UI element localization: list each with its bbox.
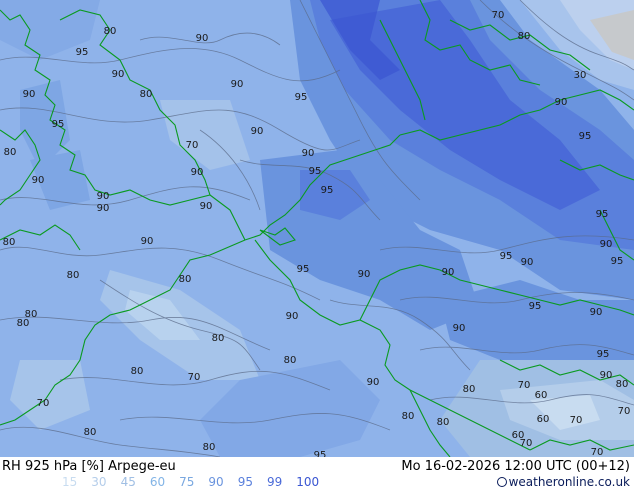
contour-label: 90 <box>358 269 371 280</box>
contour-label: 90 <box>97 191 110 202</box>
contour-label: 80 <box>437 417 450 428</box>
contour-label: 90 <box>196 33 209 44</box>
color-legend: 15 30 45 60 75 90 95 99 100 <box>62 475 333 489</box>
copyright-icon <box>496 477 507 487</box>
contour-label: 90 <box>302 148 315 159</box>
legend-item: 95 <box>237 475 253 489</box>
contour-label: 70 <box>618 406 631 417</box>
contour-label: 90 <box>555 97 568 108</box>
legend-item: 75 <box>179 475 195 489</box>
contour-label: 70 <box>37 398 50 409</box>
contour-label: 90 <box>590 307 603 318</box>
contour-label: 80 <box>67 270 80 281</box>
contour-label: 95 <box>500 251 513 262</box>
contour-label: 70 <box>518 380 531 391</box>
contour-label: 90 <box>23 89 36 100</box>
contour-label: 95 <box>611 256 624 267</box>
legend-item: 60 <box>149 475 166 489</box>
contour-label: 90 <box>251 126 264 137</box>
contour-label: 95 <box>597 349 610 360</box>
contour-label: 80 <box>3 237 16 248</box>
contour-label: 60 <box>535 390 548 401</box>
legend-item: 45 <box>120 475 136 489</box>
contour-label: 90 <box>231 79 244 90</box>
contour-label: 70 <box>570 415 583 426</box>
contour-label: 90 <box>141 236 154 247</box>
contour-label: 95 <box>76 47 89 58</box>
contour-label: 90 <box>200 201 213 212</box>
contour-label: 80 <box>4 147 17 158</box>
contour-label: 80 <box>179 274 192 285</box>
contour-label: 90 <box>600 370 613 381</box>
contour-label: 80 <box>104 26 117 37</box>
contour-label: 95 <box>52 119 65 130</box>
contour-label: 60 <box>537 414 550 425</box>
contour-label: 70 <box>186 140 199 151</box>
contour-label: 80 <box>402 411 415 422</box>
legend-item: 100 <box>296 475 320 489</box>
contour-label: 80 <box>463 384 476 395</box>
legend-item: 90 <box>208 475 224 489</box>
credit-text: weatheronline.co.uk <box>508 475 630 489</box>
contour-label: 90 <box>600 239 613 250</box>
contour-label: 80 <box>140 89 153 100</box>
contour-label: 95 <box>596 209 609 220</box>
contour-label: 80 <box>284 355 297 366</box>
contour-label: 90 <box>112 69 125 80</box>
contour-label: 95 <box>295 92 308 103</box>
contour-label: 95 <box>579 131 592 142</box>
contour-label: 80 <box>203 442 216 453</box>
legend-item: 15 <box>62 475 78 489</box>
contour-label: 95 <box>314 450 327 457</box>
contour-label: 95 <box>321 185 334 196</box>
contour-label: 70 <box>188 372 201 383</box>
contour-label: 80 <box>616 379 629 390</box>
valid-time: Mo 16-02-2026 12:00 UTC (00+12) <box>401 459 630 474</box>
contour-label: 95 <box>309 166 322 177</box>
contour-label: 80 <box>131 366 144 377</box>
contour-label: 80 <box>212 333 225 344</box>
legend-item: 99 <box>266 475 283 489</box>
contour-label: 90 <box>367 377 380 388</box>
contour-label: 80 <box>518 31 531 42</box>
contour-label: 90 <box>521 257 534 268</box>
contour-label: 90 <box>191 167 204 178</box>
contour-label: 70 <box>520 438 533 449</box>
contour-label: 90 <box>97 203 110 214</box>
contour-label: 80 <box>84 427 97 438</box>
contour-label: 70 <box>492 10 505 21</box>
contour-label: 95 <box>529 301 542 312</box>
contour-label: 30 <box>574 70 587 81</box>
contour-label: 80 <box>17 318 30 329</box>
map-footer: RH 925 hPa [%] Arpege-eu Mo 16-02-2026 1… <box>0 457 634 490</box>
contour-label: 90 <box>32 175 45 186</box>
legend-item: 30 <box>91 475 107 489</box>
contour-label: 90 <box>453 323 466 334</box>
credit-link[interactable]: weatheronline.co.uk <box>496 475 630 489</box>
weather-map: 80 95 90 90 80 90 95 80 90 90 90 95 90 70 90 90 95 95 90 90… <box>0 0 634 457</box>
contour-label: 90 <box>442 267 455 278</box>
contour-label: 95 <box>297 264 310 275</box>
map-title: RH 925 hPa [%] Arpege-eu <box>2 459 176 474</box>
contour-label: 70 <box>591 447 604 457</box>
contour-label: 90 <box>286 311 299 322</box>
